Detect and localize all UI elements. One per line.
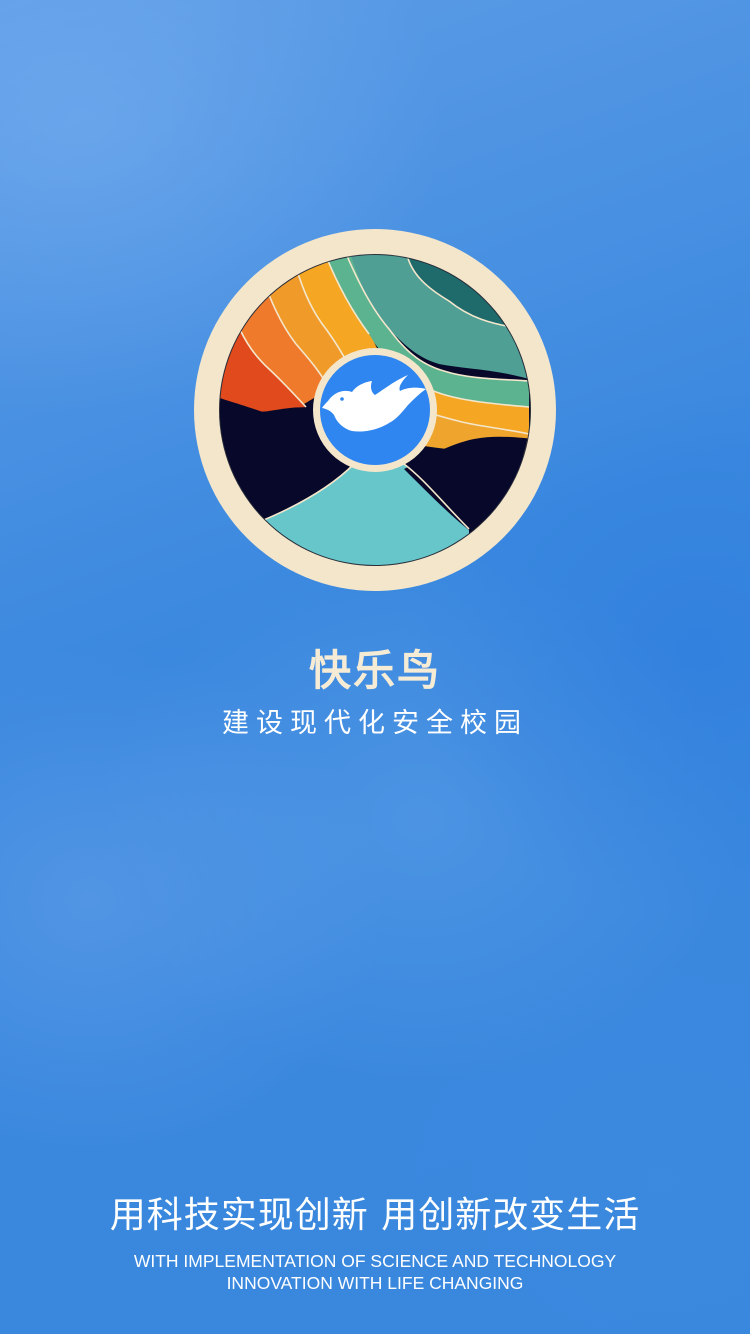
slogan-chinese: 用科技实现创新 用创新改变生活 [109, 1195, 641, 1236]
slogan-english-line1: WITH IMPLEMENTATION OF SCIENCE AND TECHN… [133, 1251, 617, 1271]
splash-screen: 快乐鸟 建设现代化安全校园 用科技实现创新 用创新改变生活 WITH IMPLE… [0, 0, 750, 1334]
app-tagline: 建设现代化安全校园 [222, 708, 528, 739]
dove-wheel-logo-icon [194, 229, 556, 591]
app-logo [194, 229, 556, 591]
slogan-english-line2: INNOVATION WITH LIFE CHANGING [226, 1273, 524, 1293]
app-name-title: 快乐鸟 [308, 646, 441, 695]
